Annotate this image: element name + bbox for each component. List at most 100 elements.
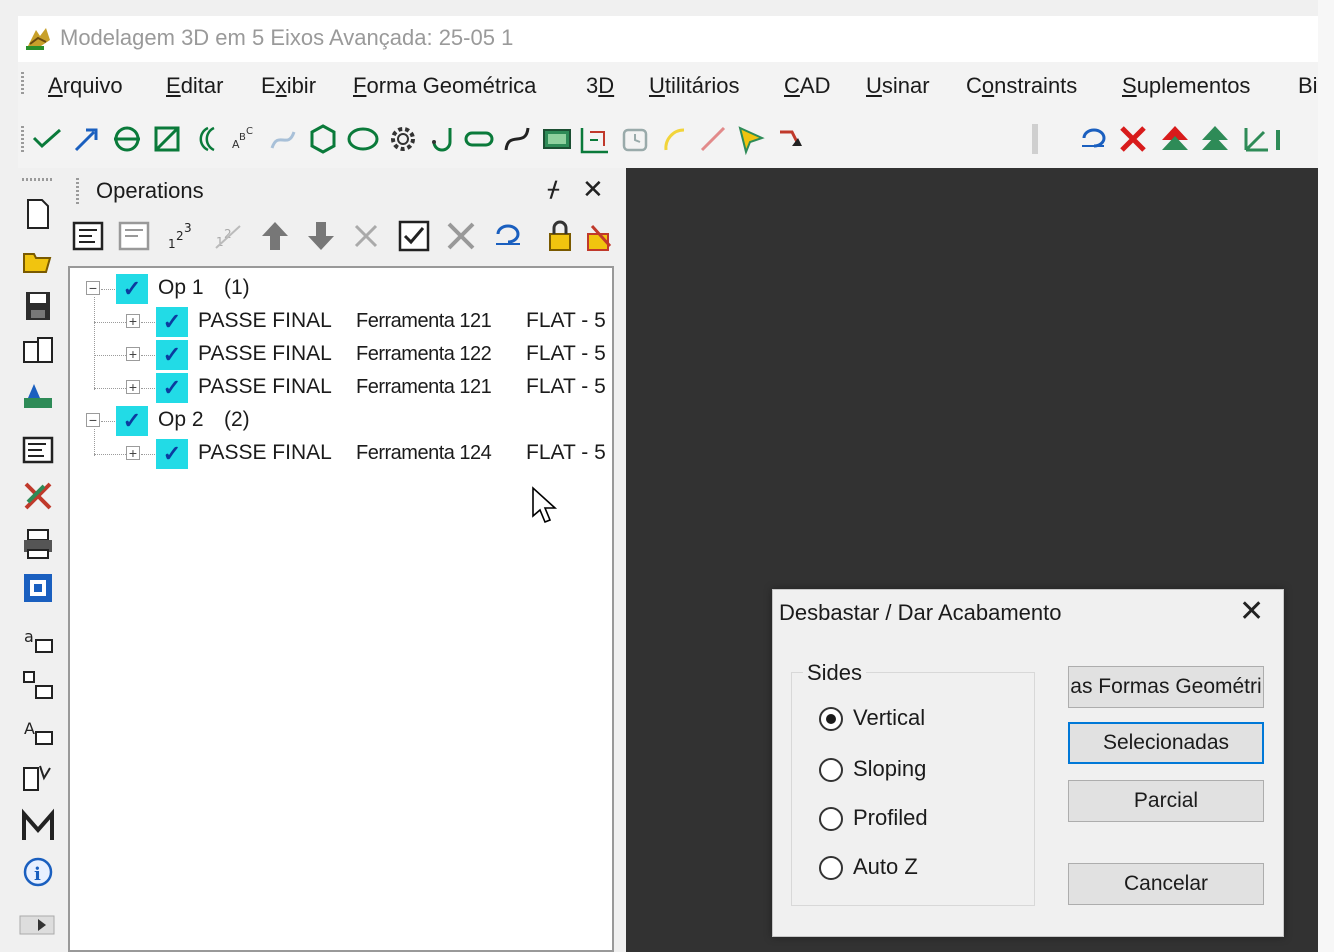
line-tangent-icon[interactable] [694, 120, 732, 158]
properties-disabled-icon[interactable] [116, 218, 154, 254]
tree-group-row[interactable]: − ✓ Op 2 (2) [70, 406, 610, 436]
image-import-icon[interactable] [538, 120, 576, 158]
group-check-icon[interactable]: ✓ [116, 274, 148, 304]
menu-arquivo[interactable]: Arquivo [48, 73, 123, 99]
menu-suplementos[interactable]: Suplementos [1122, 73, 1250, 99]
dialog-close-icon[interactable]: ✕ [1239, 594, 1264, 629]
layer-b-icon[interactable] [18, 666, 58, 706]
tree-group-row[interactable]: − ✓ Op 1 (1) [70, 274, 610, 304]
operation-check-icon[interactable]: ✓ [156, 373, 188, 403]
partial-button[interactable]: Parcial [1068, 780, 1264, 822]
menu-utilit-rios[interactable]: Utilitários [649, 73, 739, 99]
expand-toggle-icon[interactable]: + [126, 446, 140, 460]
expand-toggle-icon[interactable]: + [126, 380, 140, 394]
grid-point-icon[interactable] [576, 120, 614, 158]
rectangle-diagonal-icon[interactable] [148, 120, 186, 158]
table-row[interactable]: + ✓ PASSE FINAL Ferramenta 122 FLAT - 5 [70, 340, 612, 370]
radio-auto-z-button[interactable] [819, 856, 843, 880]
print-preview-icon[interactable] [18, 332, 58, 372]
close-icon[interactable]: ✕ [582, 174, 604, 205]
macro-m-icon[interactable] [18, 806, 58, 846]
save-icon[interactable] [18, 286, 58, 326]
list-window-icon[interactable] [18, 430, 58, 470]
new-file-icon[interactable] [18, 194, 58, 234]
menu-usinar[interactable]: Usinar [866, 73, 930, 99]
clock-shape-icon[interactable] [616, 120, 654, 158]
toolbar-grip[interactable] [21, 126, 24, 152]
disable-tool-icon[interactable] [18, 476, 58, 516]
group-check-icon[interactable]: ✓ [116, 406, 148, 436]
expand-toggle-icon[interactable]: + [126, 314, 140, 328]
radio-sloping-button[interactable] [819, 758, 843, 782]
menu-constraints[interactable]: Constraints [966, 73, 1077, 99]
printer-icon[interactable] [18, 524, 58, 564]
move-up-icon[interactable] [256, 218, 294, 254]
radio-vertical-button[interactable] [819, 707, 843, 731]
operation-check-icon[interactable]: ✓ [156, 340, 188, 370]
cancel-button[interactable]: Cancelar [1068, 863, 1264, 905]
disable-selected-icon[interactable] [348, 218, 386, 254]
table-row[interactable]: + ✓ PASSE FINAL Ferramenta 121 FLAT - 5 [70, 307, 612, 337]
lock-icon[interactable] [542, 218, 580, 254]
toolbar-overflow-grip[interactable] [1032, 124, 1038, 154]
collapse-toggle-icon[interactable]: − [86, 281, 100, 295]
spline-icon[interactable] [498, 120, 536, 158]
menu-exibir[interactable]: Exibir [261, 73, 316, 99]
circle-line-icon[interactable] [108, 120, 146, 158]
polyline-icon[interactable] [28, 120, 66, 158]
renumber-disabled-icon[interactable]: 12 [210, 218, 248, 254]
layer-d-icon[interactable] [18, 758, 58, 798]
layer-a-icon[interactable]: a [18, 620, 58, 660]
properties-icon[interactable] [70, 218, 108, 254]
selected-button[interactable]: Selecionadas [1068, 722, 1264, 764]
collapse-toggle-icon[interactable]: − [86, 413, 100, 427]
left-toolbar-grip[interactable] [22, 178, 52, 181]
layer-c-icon[interactable]: A [18, 712, 58, 752]
operations-tree[interactable]: − ✓ Op 1 (1) + ✓ PASSE FINAL Ferramenta 121 FLAT… [68, 266, 614, 952]
menu-cad[interactable]: CAD [784, 73, 830, 99]
slot-icon[interactable] [460, 120, 498, 158]
ellipse-icon[interactable] [344, 120, 382, 158]
bend-arrow-icon[interactable] [772, 120, 810, 158]
ops-panel-grip[interactable] [76, 178, 79, 206]
delete-red-x-icon[interactable] [1114, 120, 1152, 158]
unlock-icon[interactable] [584, 218, 614, 254]
pen-tool-icon[interactable] [732, 120, 770, 158]
checklist-icon[interactable] [396, 218, 434, 254]
info-icon[interactable]: i [18, 852, 58, 892]
move-up-green-icon[interactable] [1196, 120, 1234, 158]
scroll-more-icon[interactable] [18, 910, 58, 940]
undo-icon[interactable] [1074, 120, 1112, 158]
menu-3d[interactable]: 3D [586, 73, 614, 99]
radio-profiled-button[interactable] [819, 807, 843, 831]
text-abc-icon[interactable]: ABC [226, 120, 264, 158]
axis-arrows-icon[interactable] [1238, 120, 1276, 158]
yellow-arc-icon[interactable] [656, 120, 694, 158]
operation-check-icon[interactable]: ✓ [156, 439, 188, 469]
toolpath-icon[interactable] [18, 376, 58, 416]
frame-icon[interactable] [18, 568, 58, 608]
operation-check-icon[interactable]: ✓ [156, 307, 188, 337]
partial-icon[interactable] [1276, 130, 1280, 150]
menubar-grip[interactable] [21, 72, 24, 96]
menu-editar[interactable]: Editar [166, 73, 223, 99]
gear-icon[interactable] [384, 120, 422, 158]
table-row[interactable]: + ✓ PASSE FINAL Ferramenta 124 FLAT - 5 [70, 439, 612, 469]
menu-forma-geom-trica[interactable]: Forma Geométrica [353, 73, 536, 99]
expand-toggle-icon[interactable]: + [126, 347, 140, 361]
open-folder-icon[interactable] [18, 240, 58, 280]
all-shapes-button[interactable]: as Formas Geométri [1068, 666, 1264, 708]
pin-icon[interactable]: ᚋ [548, 176, 559, 202]
table-row[interactable]: + ✓ PASSE FINAL Ferramenta 121 FLAT - 5 [70, 373, 612, 403]
ops-undo-icon[interactable] [490, 218, 528, 254]
renumber-icon[interactable]: 123 [164, 218, 202, 254]
hexagon-icon[interactable] [304, 120, 342, 158]
menu-bi[interactable]: Bi [1298, 73, 1318, 99]
text-curve-icon[interactable] [264, 120, 302, 158]
hook-curve-icon[interactable] [422, 120, 460, 158]
move-up-red-icon[interactable] [1156, 120, 1194, 158]
move-down-icon[interactable] [302, 218, 340, 254]
offset-arcs-icon[interactable] [188, 120, 226, 158]
delete-gray-icon[interactable] [442, 218, 480, 254]
arc-arrow-icon[interactable] [68, 120, 106, 158]
